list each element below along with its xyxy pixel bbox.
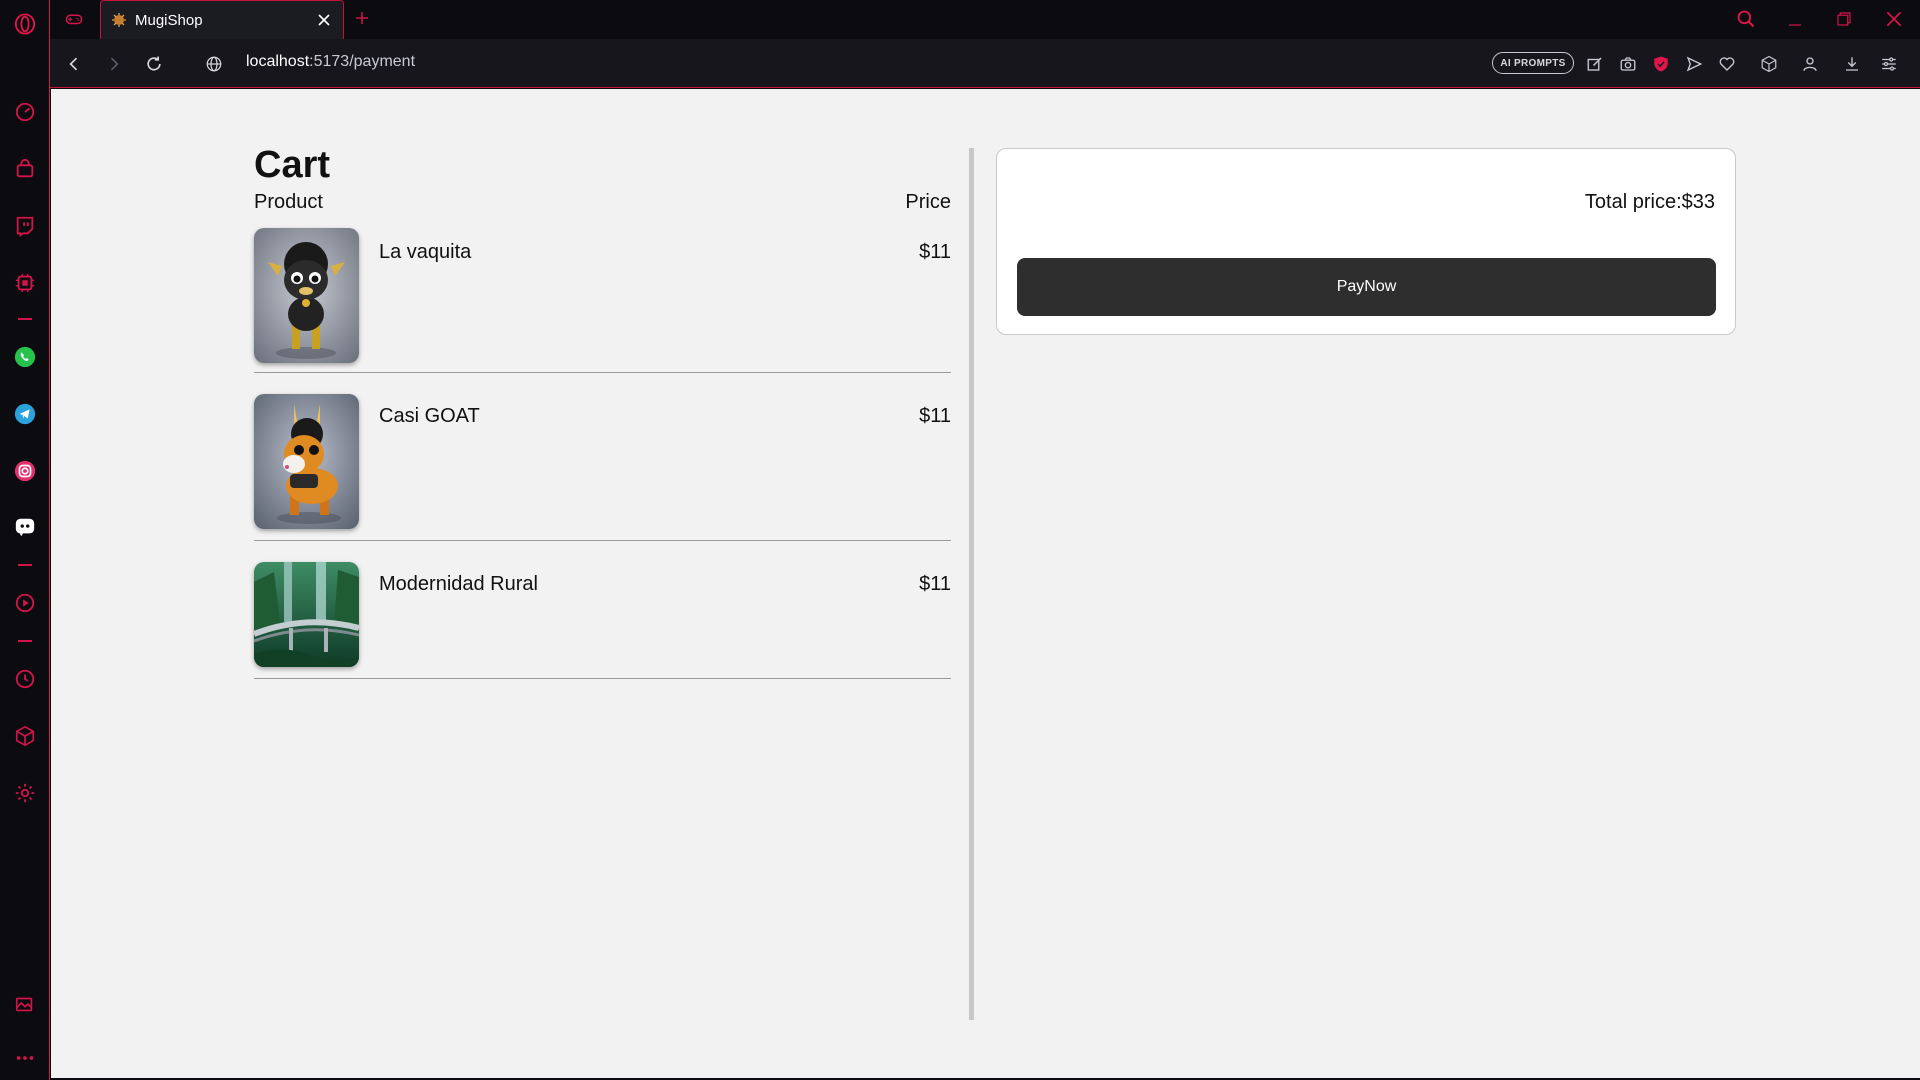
profile-icon[interactable]: [1798, 52, 1822, 76]
settings-icon[interactable]: [13, 781, 37, 805]
sidebar-separator: [18, 640, 32, 642]
telegram-icon[interactable]: [13, 402, 37, 426]
tab-mugishop[interactable]: MugiShop: [100, 0, 344, 39]
cart-item: Modernidad Rural $11: [254, 541, 951, 679]
url-host: localhost: [246, 53, 310, 70]
download-icon[interactable]: [1840, 52, 1864, 76]
cart-section: Cart Product Price La vaquita $11 Casi G…: [254, 144, 951, 679]
tab-title: MugiShop: [135, 11, 203, 29]
heart-icon[interactable]: [1715, 52, 1739, 76]
product-price: $11: [919, 405, 951, 427]
vertical-divider: [969, 148, 974, 1020]
price-column-header: Price: [905, 191, 951, 213]
discord-icon[interactable]: [13, 515, 37, 539]
url-field[interactable]: localhost:5173/payment: [246, 53, 415, 71]
easy-setup-icon[interactable]: [1877, 52, 1901, 76]
product-name: Modernidad Rural: [379, 573, 538, 595]
product-image-casi-goat[interactable]: [254, 394, 359, 529]
page-content: Cart Product Price La vaquita $11 Casi G…: [51, 89, 1920, 1078]
sidebar-separator: [18, 564, 32, 566]
sidebar-separator: [18, 318, 32, 320]
camera-icon[interactable]: [1616, 52, 1640, 76]
whatsapp-icon[interactable]: [13, 345, 37, 369]
ai-prompts-button[interactable]: AI PROMPTS: [1492, 52, 1574, 74]
tab-bar: MugiShop: [50, 0, 1920, 39]
gx-control-icon[interactable]: [13, 271, 37, 295]
wallpaper-icon[interactable]: [13, 992, 37, 1016]
cart-title: Cart: [254, 144, 331, 186]
back-icon[interactable]: [61, 51, 87, 77]
total-price: Total price:$33: [1584, 191, 1715, 213]
speed-dial-icon[interactable]: [13, 100, 37, 124]
product-image-la-vaquita[interactable]: [254, 228, 359, 363]
product-price: $11: [919, 573, 951, 595]
product-name: Casi GOAT: [379, 405, 480, 427]
instagram-icon[interactable]: [13, 459, 37, 483]
player-icon[interactable]: [13, 591, 37, 615]
site-info-icon[interactable]: [201, 51, 227, 77]
pay-now-button[interactable]: PayNow: [1017, 258, 1716, 316]
gamepad-icon[interactable]: [62, 7, 86, 31]
reload-icon[interactable]: [141, 51, 167, 77]
url-path: :5173/payment: [309, 53, 416, 70]
edit-icon[interactable]: [1583, 52, 1607, 76]
search-icon[interactable]: [1732, 6, 1760, 32]
opera-logo-icon[interactable]: [13, 12, 37, 36]
forward-icon[interactable]: [101, 51, 127, 77]
product-price: $11: [919, 241, 951, 263]
minimize-icon[interactable]: [1781, 6, 1809, 32]
cart-item: Casi GOAT $11: [254, 373, 951, 541]
shield-icon[interactable]: [1649, 52, 1673, 76]
history-icon[interactable]: [13, 667, 37, 691]
send-icon[interactable]: [1682, 52, 1706, 76]
favicon-icon: [112, 13, 126, 27]
close-window-icon[interactable]: [1880, 6, 1908, 32]
twitch-icon[interactable]: [13, 214, 37, 238]
more-icon[interactable]: [13, 1046, 37, 1070]
cart-item: La vaquita $11: [254, 221, 951, 373]
browser-sidebar: [0, 0, 50, 1080]
product-image-modernidad-rural[interactable]: [254, 562, 359, 667]
restore-icon[interactable]: [1830, 6, 1858, 32]
product-column-header: Product: [254, 191, 323, 213]
new-tab-icon[interactable]: [350, 6, 374, 30]
product-name: La vaquita: [379, 241, 472, 263]
cart-header: Product Price: [254, 191, 951, 221]
order-summary-card: Total price:$33 PayNow: [996, 148, 1736, 335]
tab-close-icon[interactable]: [313, 9, 335, 31]
address-bar: localhost:5173/payment AI PROMPTS: [50, 39, 1920, 88]
extensions-icon[interactable]: [13, 724, 37, 748]
extensions-box-icon[interactable]: [1757, 52, 1781, 76]
shopping-bag-icon[interactable]: [13, 157, 37, 181]
